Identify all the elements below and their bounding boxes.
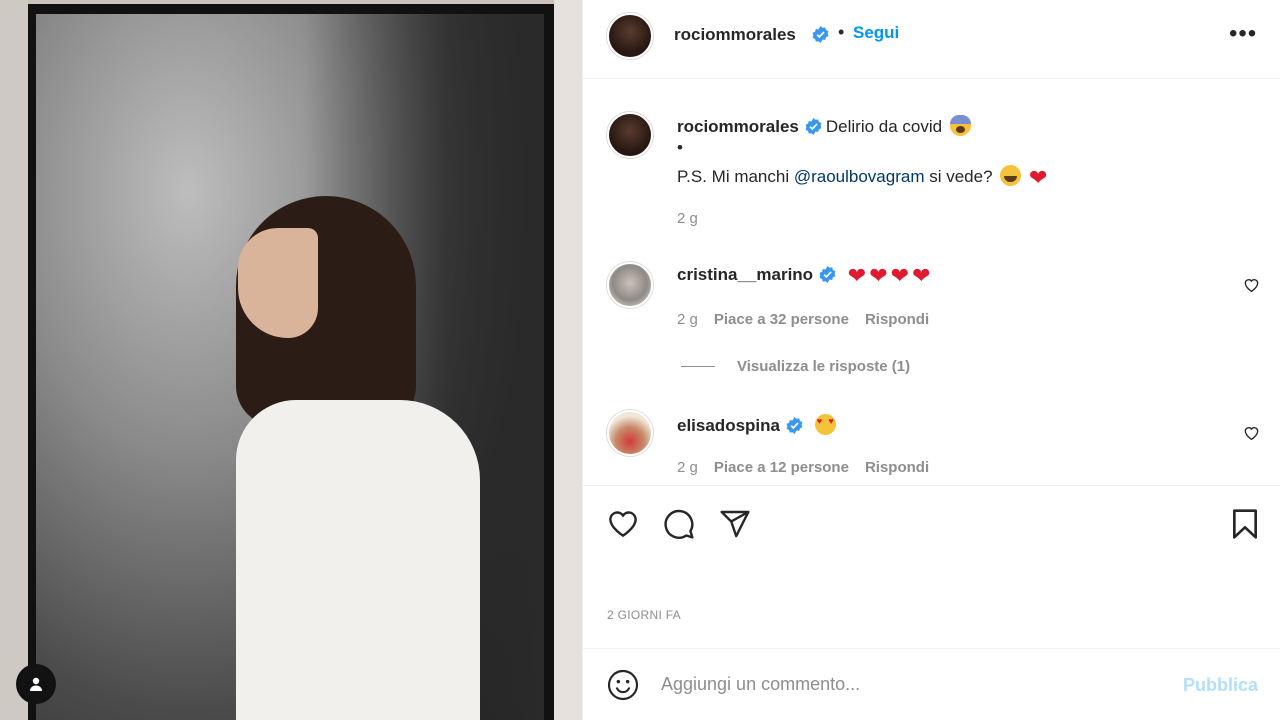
red-heart-icon: ❤	[869, 263, 888, 288]
comment-meta: 2 g Piace a 32 persone Rispondi	[677, 311, 945, 328]
post-side-panel: rociommorales • Segui ••• rociommorales …	[582, 0, 1280, 720]
comment-avatar[interactable]	[607, 410, 653, 456]
red-heart-icon: ❤	[1029, 165, 1048, 190]
comment-username[interactable]: elisadospina	[677, 416, 780, 435]
red-heart-icon: ❤	[890, 263, 910, 288]
follow-button[interactable]: Segui	[853, 23, 899, 43]
add-comment-bar: Pubblica	[583, 648, 1280, 720]
user-tag-icon	[30, 677, 42, 691]
comment-icon[interactable]	[663, 508, 695, 540]
heart-eyes-face-icon	[814, 414, 836, 435]
more-options-button[interactable]: •••	[1229, 22, 1257, 46]
laughing-face-icon	[1000, 165, 1022, 186]
comment-reply-button[interactable]: Rispondi	[865, 459, 929, 476]
caption-mention[interactable]: @raoulbovagram	[794, 167, 925, 186]
caption-bullet: •	[677, 138, 683, 157]
verified-icon	[786, 417, 803, 434]
caption-text-2-prefix: P.S. Mi manchi	[677, 167, 794, 186]
caption-avatar[interactable]	[607, 112, 653, 158]
comments-list[interactable]: rociommorales Delirio da covid • P.S. Mi…	[583, 80, 1280, 485]
comment-line: elisadospina	[677, 414, 836, 436]
header-separator: •	[838, 22, 845, 42]
post-date[interactable]: 2 GIORNI FA	[607, 608, 681, 622]
comment-like-heart-icon[interactable]	[1243, 277, 1260, 292]
comment-time[interactable]: 2 g	[677, 459, 698, 476]
heart-icon[interactable]	[607, 508, 639, 538]
comment-like-heart-icon[interactable]	[1243, 425, 1260, 440]
fearful-face-icon	[949, 115, 971, 136]
comment-likes[interactable]: Piace a 32 persone	[714, 311, 849, 328]
photo-figure-shirt	[236, 400, 480, 720]
caption-username[interactable]: rociommorales	[677, 117, 799, 136]
comment-username[interactable]: cristina__marino	[677, 265, 813, 284]
caption-text-2-suffix: si vede?	[924, 167, 993, 186]
verified-icon	[819, 266, 836, 283]
comment-input[interactable]	[661, 669, 1161, 699]
emoji-icon[interactable]	[607, 669, 639, 701]
share-icon[interactable]	[719, 508, 751, 540]
author-username[interactable]: rociommorales	[674, 25, 796, 45]
verified-icon	[812, 26, 829, 43]
view-replies-label: Visualizza le risposte (1)	[737, 358, 911, 375]
bookmark-icon[interactable]	[1231, 508, 1259, 540]
photo-figure-face	[238, 228, 318, 338]
photo-wall-left	[0, 0, 28, 720]
comment-line: cristina__marino ❤ ❤ ❤ ❤	[677, 263, 931, 288]
post-header: rociommorales • Segui •••	[583, 0, 1280, 79]
comment-meta: 2 g Piace a 12 persone Rispondi	[677, 459, 945, 476]
view-replies-button[interactable]: Visualizza le risposte (1)	[681, 358, 910, 375]
verified-icon	[805, 118, 822, 135]
user-tag-button[interactable]	[16, 664, 56, 704]
post-actions	[583, 485, 1280, 564]
caption-time[interactable]: 2 g	[677, 210, 698, 227]
caption-text-1: Delirio da covid	[825, 117, 943, 136]
red-heart-icon: ❤	[912, 263, 931, 288]
author-avatar[interactable]	[607, 13, 653, 59]
comment-time[interactable]: 2 g	[677, 311, 698, 328]
comment-reply-button[interactable]: Rispondi	[865, 311, 929, 328]
red-heart-icon: ❤	[847, 263, 867, 288]
caption-line-1: rociommorales Delirio da covid	[677, 115, 971, 137]
caption-line-2: P.S. Mi manchi @raoulbovagram si vede? ❤	[677, 165, 1048, 190]
comment-likes[interactable]: Piace a 12 persone	[714, 459, 849, 476]
replies-dash	[681, 366, 715, 367]
publish-button[interactable]: Pubblica	[1183, 675, 1258, 696]
comment-avatar[interactable]	[607, 262, 653, 308]
photo-wall-right	[554, 0, 582, 720]
post-photo[interactable]	[0, 0, 582, 720]
